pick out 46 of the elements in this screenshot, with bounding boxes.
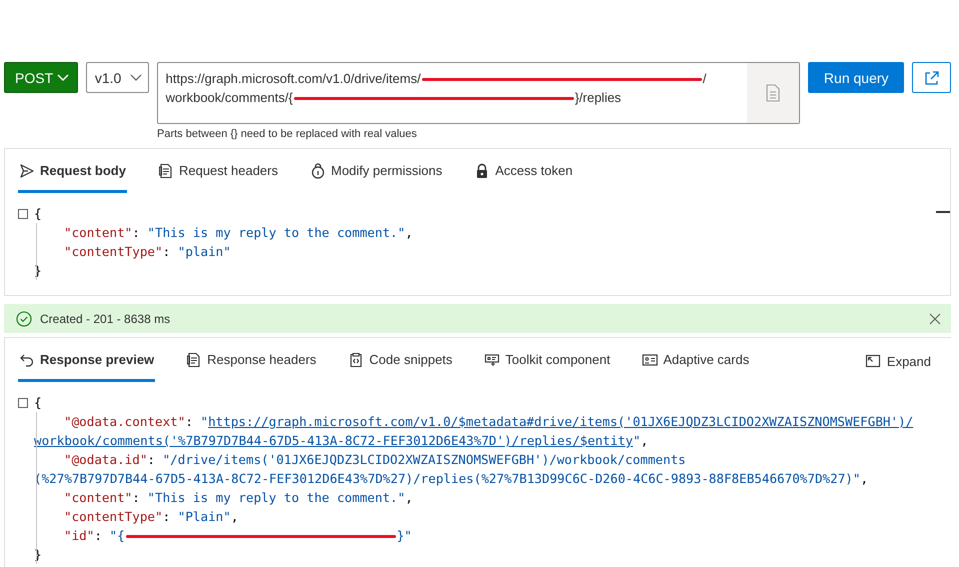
tab[interactable]: Toolkit component <box>483 340 612 382</box>
fold-icon[interactable] <box>18 208 28 218</box>
clipboard-icon <box>348 352 364 368</box>
tab[interactable]: Adaptive cards <box>641 340 750 382</box>
send-icon <box>19 162 35 178</box>
url-field[interactable]: https://graph.microsoft.com/v1.0/drive/items/ / workbook/comments/{ }/replies <box>156 62 800 124</box>
tab[interactable]: Response preview <box>18 340 156 382</box>
code-line: "contentType": "Plain", <box>63 508 238 526</box>
method-dropdown[interactable]: POST <box>4 62 78 93</box>
tab[interactable]: Modify permissions <box>308 152 444 192</box>
run-query-button[interactable]: Run query <box>808 62 904 93</box>
chevron-down-icon <box>130 74 142 82</box>
code-line: "content": "This is my reply to the comment.", <box>63 489 413 507</box>
code-line: workbook/comments('%7B797D7B44-67D5-413A-8C72-FEF3012D6E43%7D')/replies/$entity", <box>34 432 648 450</box>
check-circle-icon <box>16 310 32 326</box>
hint-text: Parts between {} need to be replaced with real values <box>157 128 418 140</box>
code-line: (%27%7B797D7B44-67D5-413A-8C72-FEF3012D6E43%7D%27)/replies(%27%7B13D99C6C-D260-4C6C-9893-88F8EB546670%7D%27)", <box>34 470 868 488</box>
code-line: "content": "This is my reply to the comment.", <box>63 224 413 242</box>
code-line: "contentType": "plain" <box>63 243 231 261</box>
toolkit-icon <box>484 352 500 368</box>
code-line: "id": "{ }" <box>63 527 412 545</box>
code-line: "@odata.context": "https://graph.microsoft.com/v1.0/$metadata#drive/items('01JX6EJQDZ3LCIDO2XWZAISZNOMSWEFGBH')/ <box>63 413 914 431</box>
tab[interactable]: Code snippets <box>347 340 454 382</box>
tab[interactable]: Request body <box>18 152 127 192</box>
close-button[interactable] <box>929 312 941 324</box>
lock-icon <box>310 162 326 178</box>
expand-icon <box>864 353 881 369</box>
document-icon <box>158 162 174 178</box>
document-icon <box>766 84 780 102</box>
code-line: { <box>34 205 42 223</box>
code-line: { <box>34 394 42 412</box>
fold-icon[interactable] <box>18 398 28 408</box>
status-message: Created - 201 - 8638 ms <box>40 312 172 326</box>
card-icon <box>642 352 658 368</box>
chevron-down-icon <box>56 74 69 82</box>
code-line: "@odata.id": "/drive/items('01JX6EJQDZ3LCIDO2XWZAISZNOMSWEFGBH')/workbook/comments <box>63 451 686 469</box>
version-dropdown[interactable]: v1.0 <box>86 62 149 93</box>
tab[interactable]: Response headers <box>185 340 318 382</box>
document-icon <box>186 352 202 368</box>
undo-icon <box>19 352 35 368</box>
share-icon <box>924 70 940 86</box>
share-button[interactable] <box>912 62 951 93</box>
expand-button[interactable]: Expand <box>858 352 937 370</box>
tab[interactable]: Request headers <box>156 152 279 192</box>
close-icon <box>929 312 941 324</box>
tab[interactable]: Access token <box>473 152 574 192</box>
